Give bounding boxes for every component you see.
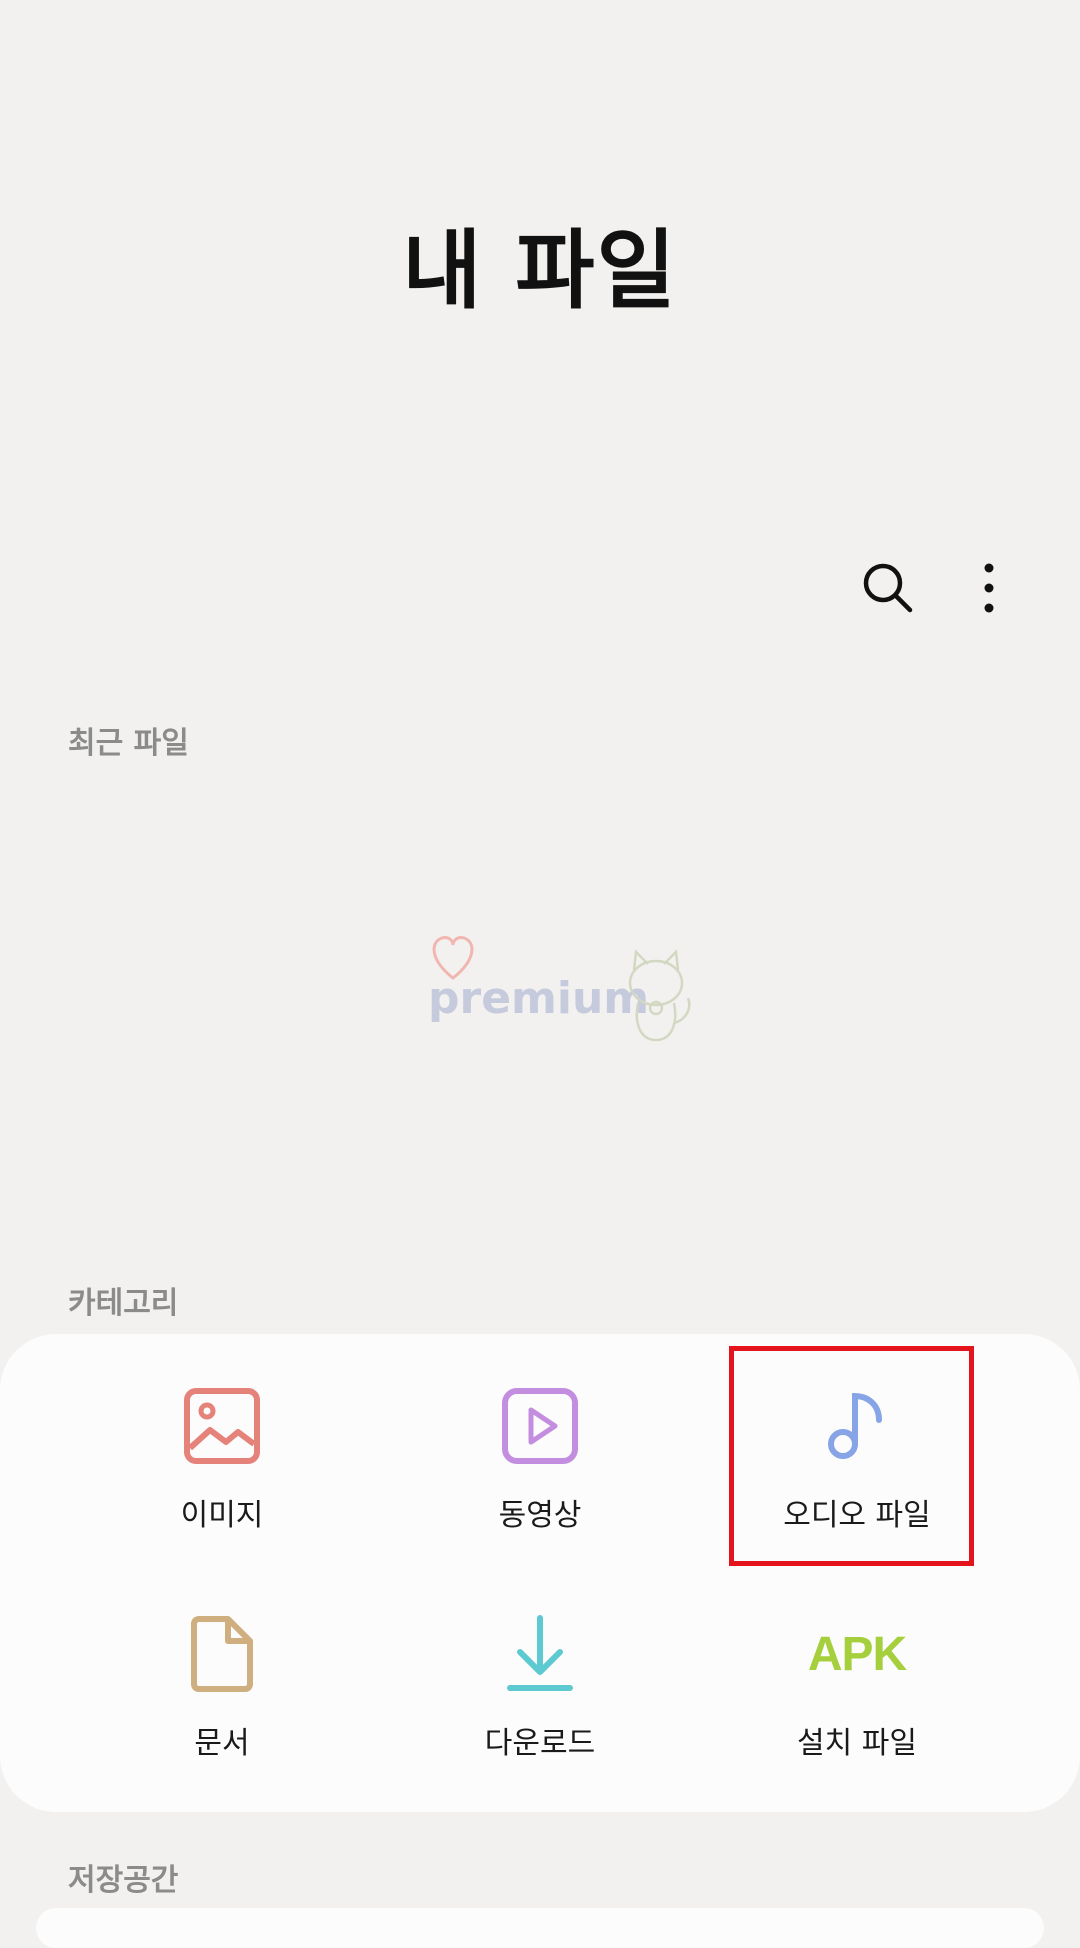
storage-panel	[36, 1908, 1044, 1948]
download-icon	[495, 1612, 585, 1696]
more-options-button[interactable]	[949, 548, 1029, 628]
category-label: 이미지	[180, 1498, 264, 1533]
image-icon	[177, 1384, 267, 1468]
more-vertical-icon	[984, 563, 994, 613]
category-label: 설치 파일	[797, 1726, 917, 1761]
watermark-text: premium	[428, 973, 649, 1024]
category-videos[interactable]: 동영상	[380, 1334, 700, 1534]
category-downloads[interactable]: 다운로드	[380, 1562, 700, 1762]
highlight-box	[729, 1346, 974, 1566]
category-label: 다운로드	[484, 1726, 596, 1761]
search-icon	[863, 563, 913, 613]
category-label: 동영상	[498, 1498, 582, 1533]
recent-files-heading: 최근 파일	[68, 726, 189, 761]
search-button[interactable]	[848, 548, 928, 628]
category-installation-files[interactable]: APK 설치 파일	[697, 1562, 1017, 1762]
page-title: 내 파일	[402, 221, 678, 321]
category-label: 문서	[194, 1726, 250, 1761]
document-icon	[177, 1612, 267, 1696]
apk-icon: APK	[807, 1627, 907, 1681]
storage-heading: 저장공간	[68, 1863, 179, 1898]
heart-icon	[432, 936, 474, 980]
category-images[interactable]: 이미지	[62, 1334, 382, 1534]
video-icon	[495, 1384, 585, 1468]
watermark-logo: premium	[428, 936, 691, 1042]
category-heading: 카테고리	[68, 1286, 179, 1321]
category-documents[interactable]: 문서	[62, 1562, 382, 1762]
